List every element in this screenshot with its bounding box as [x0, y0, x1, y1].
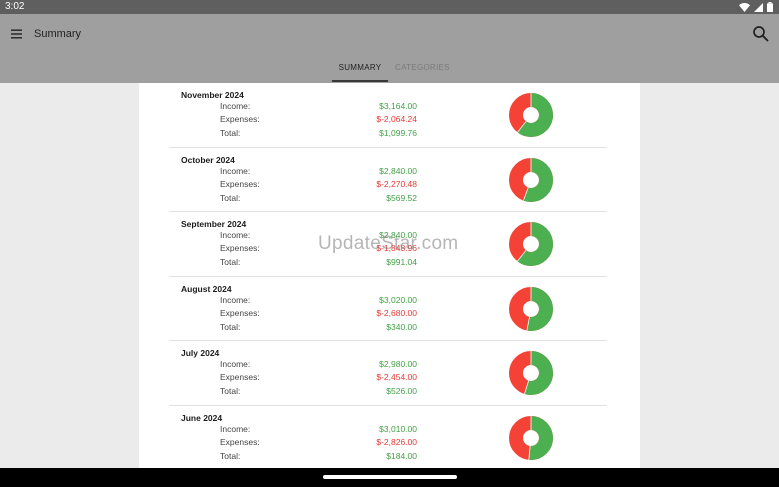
expenses-label: Expenses: [220, 178, 260, 189]
total-label: Total: [220, 257, 241, 267]
income-expense-donut-chart [509, 351, 553, 395]
income-label: Income: [220, 359, 251, 369]
expenses-label: Expenses: [220, 436, 260, 447]
income-label: Income: [220, 165, 251, 176]
income-label: Income: [220, 294, 251, 305]
navigation-bar [0, 468, 779, 487]
total-value: $1,099.76 [379, 128, 417, 138]
expenses-label: Expenses: [220, 243, 260, 253]
total-label: Total: [220, 321, 241, 332]
income-expense-donut-chart [509, 222, 553, 266]
income-value: $3,010.00 [379, 423, 417, 434]
expenses-value: $-2,680.00 [376, 307, 417, 318]
expenses-value: $-2,270.48 [376, 178, 417, 189]
total-label: Total: [220, 386, 241, 396]
app-bar: Summary SUMMARY CATEGORIES [0, 14, 779, 83]
status-icons [739, 2, 773, 12]
status-bar: 3:02 [0, 0, 779, 14]
page-title: Summary [34, 28, 82, 40]
month-row[interactable]: October 2024 Income: $2,840.00 Expenses:… [139, 148, 640, 213]
total-value: $991.04 [386, 257, 417, 267]
month-row[interactable]: November 2024 Income: $3,164.00 Expenses… [139, 83, 640, 148]
watermark: UpdateStar.com [318, 233, 459, 254]
tab-categories[interactable]: CATEGORIES [395, 63, 450, 73]
income-value: $2,980.00 [379, 359, 417, 369]
expenses-value: $-2,454.00 [376, 372, 417, 382]
search-icon [753, 26, 769, 42]
menu-button[interactable] [9, 27, 25, 41]
month-title: June 2024 [181, 412, 223, 423]
total-label: Total: [220, 450, 241, 461]
month-title: November 2024 [181, 90, 244, 100]
income-label: Income: [220, 101, 251, 111]
income-expense-donut-chart [509, 93, 553, 137]
total-value: $526.00 [386, 386, 417, 396]
tab-indicator [332, 80, 388, 82]
expenses-value: $-2,826.00 [376, 436, 417, 447]
income-expense-donut-chart [509, 157, 553, 202]
income-label: Income: [220, 423, 251, 434]
menu-icon [11, 29, 22, 39]
home-indicator[interactable] [323, 475, 457, 479]
month-title: October 2024 [181, 154, 235, 165]
income-value: $3,164.00 [379, 101, 417, 111]
month-list: November 2024 Income: $3,164.00 Expenses… [139, 83, 640, 468]
expenses-label: Expenses: [220, 372, 260, 382]
tab-summary[interactable]: SUMMARY [332, 63, 388, 73]
month-title: August 2024 [181, 283, 232, 294]
wifi-icon [739, 2, 750, 12]
total-value: $340.00 [386, 321, 417, 332]
income-value: $3,020.00 [379, 294, 417, 305]
status-time: 3:02 [5, 1, 25, 12]
total-label: Total: [220, 128, 241, 138]
month-title: September 2024 [181, 219, 247, 229]
income-expense-donut-chart [509, 286, 553, 331]
month-row[interactable]: August 2024 Income: $3,020.00 Expenses: … [139, 277, 640, 342]
month-row[interactable]: June 2024 Income: $3,010.00 Expenses: $-… [139, 406, 640, 469]
expenses-label: Expenses: [220, 307, 260, 318]
income-expense-donut-chart [509, 415, 553, 460]
total-label: Total: [220, 192, 241, 203]
income-label: Income: [220, 230, 251, 240]
search-button[interactable] [752, 25, 770, 43]
expenses-value: $-2,064.24 [376, 114, 417, 124]
month-title: July 2024 [181, 348, 220, 358]
battery-icon [767, 2, 773, 12]
month-row[interactable]: July 2024 Income: $2,980.00 Expenses: $-… [139, 341, 640, 406]
summary-list-card[interactable]: November 2024 Income: $3,164.00 Expenses… [139, 83, 640, 468]
expenses-label: Expenses: [220, 114, 260, 124]
signal-icon [754, 2, 763, 12]
total-value: $569.52 [386, 192, 417, 203]
income-value: $2,840.00 [379, 165, 417, 176]
total-value: $184.00 [386, 450, 417, 461]
